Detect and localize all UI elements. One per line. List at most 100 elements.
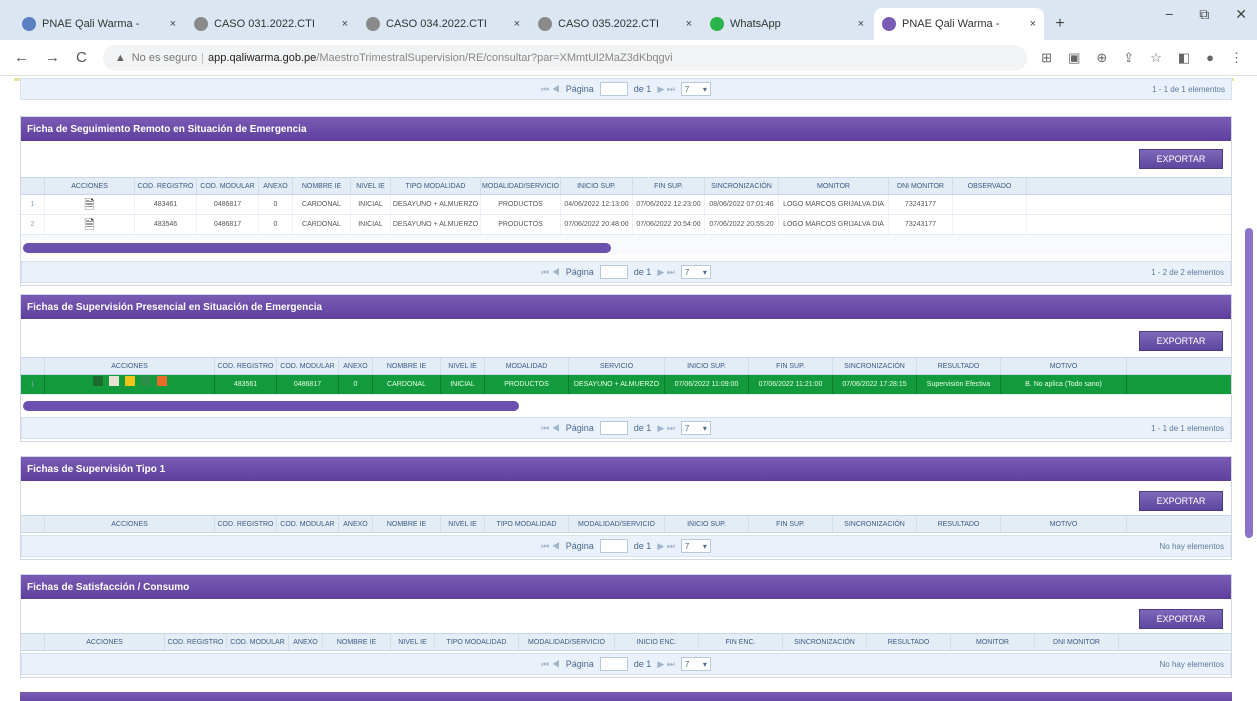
pager-next-icons[interactable]: ▶ ⏭ [657,267,675,278]
menu-icon[interactable]: ⋮ [1230,50,1243,66]
column-header[interactable]: MODALIDAD/SERVICIO [569,516,665,532]
row-actions[interactable]: 🗎 [45,215,135,234]
column-header[interactable] [21,634,45,650]
column-header[interactable]: MOTIVO [1001,516,1127,532]
new-tab-button[interactable]: + [1046,8,1074,40]
column-header[interactable]: ACCIONES [45,178,135,194]
pager-prev-icons[interactable]: ⏮ ◀ [541,541,560,552]
column-header[interactable]: COD. REGISTRO [165,634,227,650]
export-button[interactable]: EXPORTAR [1139,331,1223,351]
report-icon[interactable] [156,376,167,386]
zoom-icon[interactable]: ⊕ [1096,50,1107,66]
table-row[interactable]: 1 🗎 483461 0486817 0 CARDONAL INICIAL DESAYUNO … [21,195,1231,215]
column-header[interactable]: SINCRONIZACIÓN [833,358,917,374]
column-header[interactable] [21,516,45,532]
column-header[interactable]: MODALIDAD/SERVICIO [481,178,561,194]
browser-tab[interactable]: WhatsApp × [702,8,872,40]
column-header[interactable] [21,358,45,374]
page-input[interactable] [599,539,628,553]
warning-icon[interactable]: ▲ [115,52,126,64]
column-header[interactable]: MODALIDAD/SERVICIO [519,634,615,650]
column-header[interactable]: RESULTADO [917,358,1001,374]
edit-icon[interactable] [124,376,135,386]
table-row[interactable]: 2 🗎 483546 0486817 0 CARDONAL INICIAL DESAYUNO … [21,215,1231,235]
table-row[interactable]: 1 483561 0486817 0 CARDONAL INICIAL PRODUCTOS D… [21,375,1231,395]
page-input[interactable] [599,265,628,279]
page-size-select[interactable]: 7 ▾ [680,265,711,279]
column-header[interactable]: MODALIDAD [485,358,569,374]
row-actions[interactable] [45,375,215,394]
column-header[interactable]: ANEXO [339,516,373,532]
column-header[interactable]: COD. MODULAR [197,178,259,194]
column-header[interactable]: ACCIONES [45,516,215,532]
column-header[interactable]: FIN ENC. [699,634,783,650]
browser-tab[interactable]: PNAE Qali Warma - × [14,8,184,40]
share-icon[interactable]: ⇪ [1123,50,1134,66]
column-header[interactable]: INICIO ENC. [615,634,699,650]
pager-prev-icons[interactable]: ⏮ ◀ [541,659,560,670]
column-header[interactable]: NIVEL IE [441,358,485,374]
tab-close-icon[interactable]: × [686,18,692,30]
export-button[interactable]: EXPORTAR [1139,609,1223,629]
column-header[interactable]: NIVEL IE [351,178,391,194]
tab-close-icon[interactable]: × [1030,18,1036,30]
page-size-select[interactable]: 7 ▾ [680,539,711,553]
column-header[interactable]: FIN SUP. [749,358,833,374]
column-header[interactable]: MOTIVO [1001,358,1127,374]
tab-close-icon[interactable]: × [342,18,348,30]
column-header[interactable]: COD. REGISTRO [215,358,277,374]
column-header[interactable] [21,178,45,194]
tab-close-icon[interactable]: × [514,18,520,30]
column-header[interactable]: TIPO MODALIDAD [435,634,519,650]
tab-close-icon[interactable]: × [170,18,176,30]
column-header[interactable]: COD. MODULAR [227,634,289,650]
column-header[interactable]: NIVEL IE [441,516,485,532]
column-header[interactable]: MONITOR [951,634,1035,650]
close-window-icon[interactable]: ✕ [1235,6,1247,23]
vertical-scrollbar[interactable] [1245,228,1253,538]
column-header[interactable]: COD. REGISTRO [135,178,197,194]
browser-tab[interactable]: PNAE Qali Warma - × [874,8,1044,40]
column-header[interactable]: ACCIONES [45,358,215,374]
sidepanel-icon[interactable]: ◧ [1178,50,1190,66]
column-header[interactable]: SERVICIO [569,358,665,374]
column-header[interactable]: NOMBRE IE [323,634,391,650]
back-icon[interactable]: ← [14,49,29,66]
column-header[interactable]: DNI MONITOR [1035,634,1119,650]
column-header[interactable]: COD. REGISTRO [215,516,277,532]
column-header[interactable]: COD. MODULAR [277,516,339,532]
horizontal-scrollbar[interactable] [23,401,519,411]
export-button[interactable]: EXPORTAR [1139,149,1223,169]
browser-tab[interactable]: CASO 035.2022.CTI × [530,8,700,40]
column-header[interactable]: ANEXO [259,178,293,194]
print-icon[interactable] [108,376,119,386]
restore-icon[interactable]: ⧉ [1199,6,1209,23]
column-header[interactable]: NOMBRE IE [293,178,351,194]
extension-icon[interactable]: ▣ [1068,50,1080,66]
column-header[interactable]: INICIO SUP. [561,178,633,194]
column-header[interactable]: ANEXO [339,358,373,374]
column-header[interactable]: RESULTADO [867,634,951,650]
row-actions[interactable]: 🗎 [45,195,135,214]
column-header[interactable]: ACCIONES [45,634,165,650]
column-header[interactable]: FIN SUP. [749,516,833,532]
column-header[interactable]: SINCRONIZACIÓN [833,516,917,532]
download-icon[interactable] [140,376,151,386]
column-header[interactable]: NIVEL IE [391,634,435,650]
bookmark-star-icon[interactable]: ☆ [1150,50,1162,66]
column-header[interactable]: DNI MONITOR [889,178,953,194]
column-header[interactable]: COD. MODULAR [277,358,339,374]
pager-next-icons[interactable]: ▶ ⏭ [657,423,675,434]
column-header[interactable]: SINCRONIZACIÓN [783,634,867,650]
browser-tab[interactable]: CASO 031.2022.CTI × [186,8,356,40]
column-header[interactable]: RESULTADO [917,516,1001,532]
forward-icon[interactable]: → [45,49,60,66]
pager-next-icons[interactable]: ▶ ⏭ [657,541,675,552]
export-button[interactable]: EXPORTAR [1139,491,1223,511]
column-header[interactable]: MONITOR [779,178,889,194]
document-icon[interactable]: 🗎 [84,197,94,212]
column-header[interactable]: FIN SUP. [633,178,705,194]
column-header[interactable]: INICIO SUP. [665,516,749,532]
pager-next-icons[interactable]: ▶ ⏭ [657,84,675,95]
document-icon[interactable]: 🗎 [84,217,94,232]
